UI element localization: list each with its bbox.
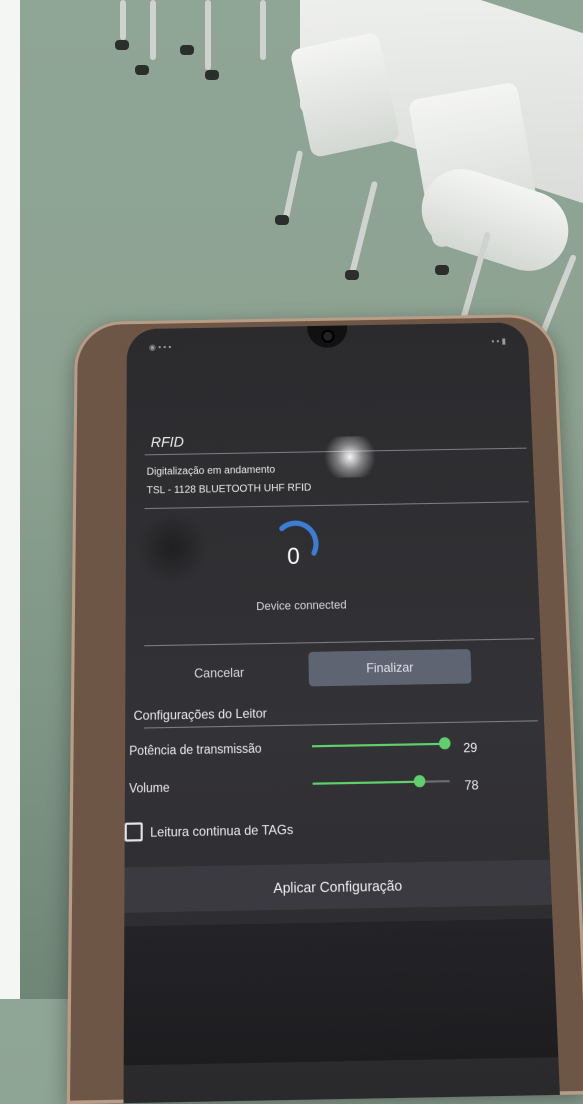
chair-leg — [282, 150, 304, 220]
screen-smudge — [136, 511, 209, 586]
continuous-read-checkbox[interactable] — [124, 822, 143, 842]
power-value: 29 — [463, 739, 478, 756]
scan-status-text: Digitalização em andamento — [146, 464, 276, 478]
cancel-button[interactable]: Cancelar — [146, 655, 292, 690]
power-slider[interactable] — [311, 734, 451, 756]
chair-leg — [120, 0, 126, 40]
tag-count: 0 — [287, 542, 300, 570]
connection-status: Device connected — [256, 598, 347, 614]
volume-slider[interactable] — [312, 771, 450, 793]
chair-wheel — [135, 65, 149, 75]
chair-wheel — [205, 70, 219, 80]
divider — [144, 447, 527, 456]
power-label: Potência de transmissão — [129, 742, 262, 759]
chair-leg — [260, 0, 266, 60]
volume-value: 78 — [464, 777, 479, 794]
reader-settings-title: Configurações do Leitor — [133, 705, 268, 724]
divider — [144, 501, 529, 510]
chair-wheel — [275, 215, 289, 225]
continuous-read-label: Leitura continua de TAGs — [150, 821, 294, 841]
chair-leg — [205, 0, 211, 70]
chair-wheel — [180, 45, 194, 55]
status-bar: ◉ ▪ ▪ ▪ ▪ ▪ ▮ — [149, 337, 506, 352]
light-glare — [319, 435, 381, 479]
screen-reflection — [123, 918, 559, 1066]
status-bar-left-icons: ◉ ▪ ▪ ▪ — [148, 342, 172, 352]
chair-leg — [150, 0, 156, 60]
phone-screen: ◉ ▪ ▪ ▪ ▪ ▪ ▮ RFID Digitalização em anda… — [123, 322, 560, 1104]
chair-leg — [347, 180, 379, 280]
phone-device: ◉ ▪ ▪ ▪ ▪ ▪ ▮ RFID Digitalização em anda… — [66, 313, 583, 1104]
chair-wheel — [115, 40, 129, 50]
reader-device-name: TSL - 1128 BLUETOOTH UHF RFID — [146, 482, 312, 497]
volume-label: Volume — [129, 781, 170, 796]
apply-settings-button[interactable]: Aplicar Configuração — [124, 859, 552, 913]
slider-thumb[interactable] — [414, 774, 426, 788]
status-bar-right-icons: ▪ ▪ ▮ — [491, 336, 507, 346]
slider-thumb[interactable] — [438, 737, 451, 750]
photo-edge — [0, 0, 20, 999]
chair-wheel — [345, 270, 359, 280]
app-title: RFID — [150, 433, 184, 451]
finalize-button[interactable]: Finalizar — [308, 649, 472, 687]
divider — [144, 638, 535, 647]
chair-wheel — [435, 265, 449, 275]
slider-fill — [311, 742, 445, 748]
slider-fill — [312, 780, 420, 785]
